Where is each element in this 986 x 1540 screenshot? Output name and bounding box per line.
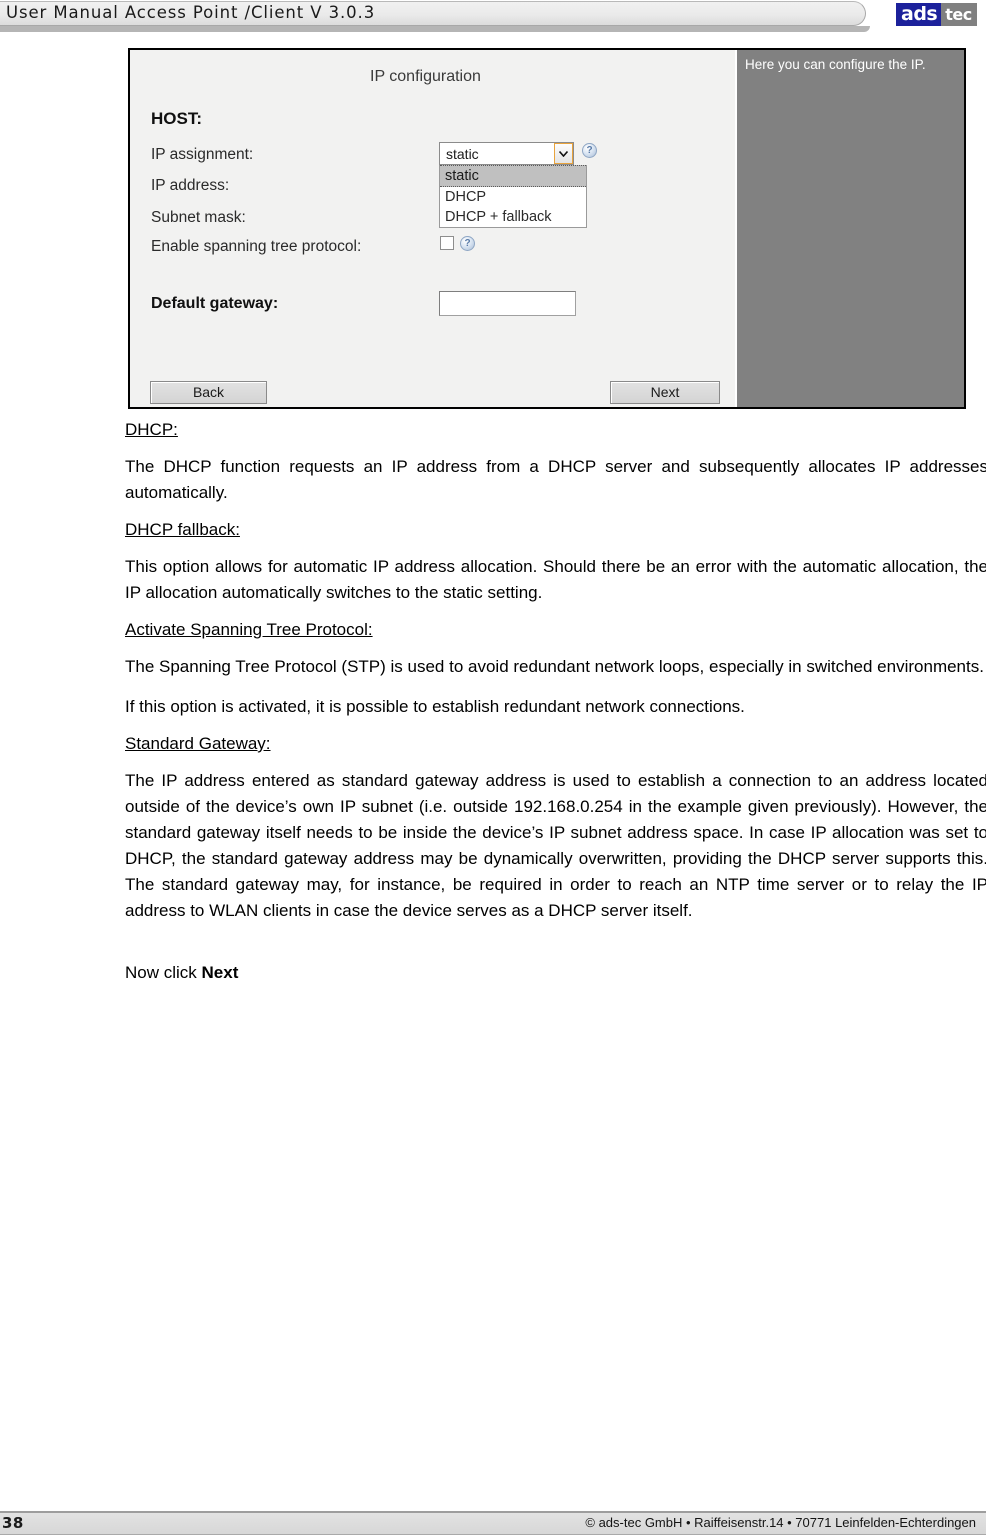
logo-text-ads: ads [896,3,942,26]
section-paragraph: The DHCP function requests an IP address… [125,457,986,502]
ip-assignment-label: IP assignment: [151,146,254,163]
closing-prefix: Now click [125,963,202,982]
section-paragraph: If this option is activated, it is possi… [125,697,745,716]
logo-text-tec: tec [941,3,977,26]
section-paragraph: This option allows for automatic IP addr… [125,557,986,602]
subnet-mask-label: Subnet mask: [151,209,246,226]
chevron-down-icon[interactable] [554,143,573,164]
ip-config-form-area: IP configuration HOST: IP assignment: IP… [130,50,735,407]
dropdown-option-static[interactable]: static [440,165,586,187]
ip-configuration-screenshot: IP configuration HOST: IP assignment: IP… [128,48,966,409]
screenshot-page-title: IP configuration [370,68,481,85]
help-panel-text: Here you can configure the IP. [745,57,926,72]
help-question-icon[interactable]: ? [460,236,475,251]
footer-copyright: © ads-tec GmbH • Raiffeisenstr.14 • 7077… [585,1515,976,1530]
default-gateway-input[interactable] [439,291,576,316]
page-header: User Manual Access Point /Client V 3.0.3… [0,0,986,40]
dropdown-option-dhcp-fallback[interactable]: DHCP + fallback [440,207,586,227]
ip-address-label: IP address: [151,177,230,194]
host-section-label: HOST: [151,109,202,128]
spanning-tree-checkbox[interactable] [440,236,454,250]
section-paragraph: The IP address entered as standard gatew… [125,771,986,920]
back-button[interactable]: Back [150,381,267,404]
spanning-tree-label: Enable spanning tree protocol: [151,238,362,255]
section-heading-spanning-tree: Activate Spanning Tree Protocol: [125,620,373,639]
ip-assignment-select[interactable]: static [439,142,574,165]
section-heading-dhcp: DHCP: [125,420,178,439]
ip-assignment-dropdown-list[interactable]: static DHCP DHCP + fallback [439,165,587,228]
page-number: 38 [2,1514,24,1532]
next-button[interactable]: Next [610,381,720,404]
page-footer: 38 © ads-tec GmbH • Raiffeisenstr.14 • 7… [0,1511,986,1537]
default-gateway-label: Default gateway: [151,295,279,312]
ip-assignment-selected-value: static [446,146,479,162]
document-title: User Manual Access Point /Client V 3.0.3 [6,3,376,22]
section-heading-dhcp-fallback: DHCP fallback: [125,520,240,539]
closing-bold-next: Next [201,963,239,982]
closing-instruction: Now click Next [125,960,986,986]
help-question-icon[interactable]: ? [582,143,597,158]
help-side-panel: Here you can configure the IP. [735,50,964,407]
document-body: DHCP: The DHCP function requests an IP a… [125,420,986,1000]
section-heading-standard-gateway: Standard Gateway: [125,734,271,753]
adstec-logo: ads tec [895,2,978,27]
dropdown-option-dhcp[interactable]: DHCP [440,187,586,207]
header-bar-shadow [0,26,870,32]
section-paragraph: The Spanning Tree Protocol (STP) is used… [125,657,984,676]
